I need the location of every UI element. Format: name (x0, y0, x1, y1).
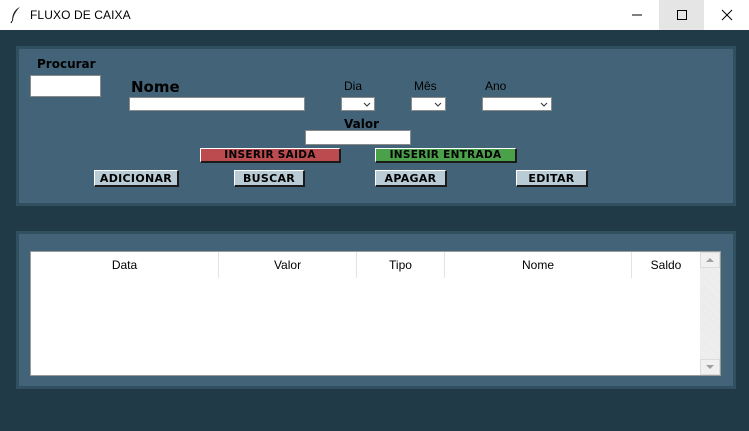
feather-icon (10, 7, 20, 24)
maximize-icon (676, 10, 687, 20)
search-button[interactable]: BUSCAR (234, 170, 305, 187)
minimize-button[interactable] (614, 0, 659, 30)
delete-button[interactable]: APAGAR (375, 170, 447, 187)
triangle-down-icon (706, 365, 714, 369)
add-button[interactable]: ADICIONAR (94, 170, 179, 187)
year-select[interactable] (482, 97, 552, 111)
day-select[interactable] (341, 97, 375, 111)
month-label: Mês (414, 79, 437, 93)
year-label: Ano (485, 79, 507, 93)
name-label: Nome (131, 78, 180, 96)
search-label: Procurar (37, 57, 96, 71)
day-label: Dia (344, 79, 363, 93)
triangle-up-icon (706, 258, 714, 262)
title-bar: FLUXO DE CAIXA (0, 0, 749, 30)
search-input[interactable] (30, 75, 101, 97)
chevron-down-icon (540, 102, 548, 107)
window-title: FLUXO DE CAIXA (30, 8, 131, 22)
scroll-up-button[interactable] (700, 252, 720, 268)
scroll-down-button[interactable] (700, 359, 720, 375)
column-header-value[interactable]: Valor (219, 252, 357, 278)
column-header-date[interactable]: Data (31, 252, 219, 278)
column-header-balance[interactable]: Saldo (632, 252, 700, 278)
chevron-down-icon (434, 102, 442, 107)
vertical-scrollbar[interactable] (700, 252, 720, 375)
value-input[interactable] (305, 130, 411, 145)
close-icon (721, 9, 732, 21)
chevron-down-icon (363, 102, 371, 107)
insert-entry-button[interactable]: INSERIR ENTRADA (375, 148, 517, 163)
edit-button[interactable]: EDITAR (516, 170, 588, 187)
month-select[interactable] (411, 97, 446, 111)
maximize-button[interactable] (659, 0, 704, 30)
insert-exit-button[interactable]: INSERIR SAIDA (200, 148, 341, 163)
name-input[interactable] (129, 97, 305, 111)
column-header-name[interactable]: Nome (445, 252, 632, 278)
value-label: Valor (344, 117, 380, 131)
close-button[interactable] (704, 0, 749, 30)
minimize-icon (631, 14, 642, 16)
column-header-type[interactable]: Tipo (357, 252, 445, 278)
records-table[interactable]: Data Valor Tipo Nome Saldo (30, 251, 721, 376)
